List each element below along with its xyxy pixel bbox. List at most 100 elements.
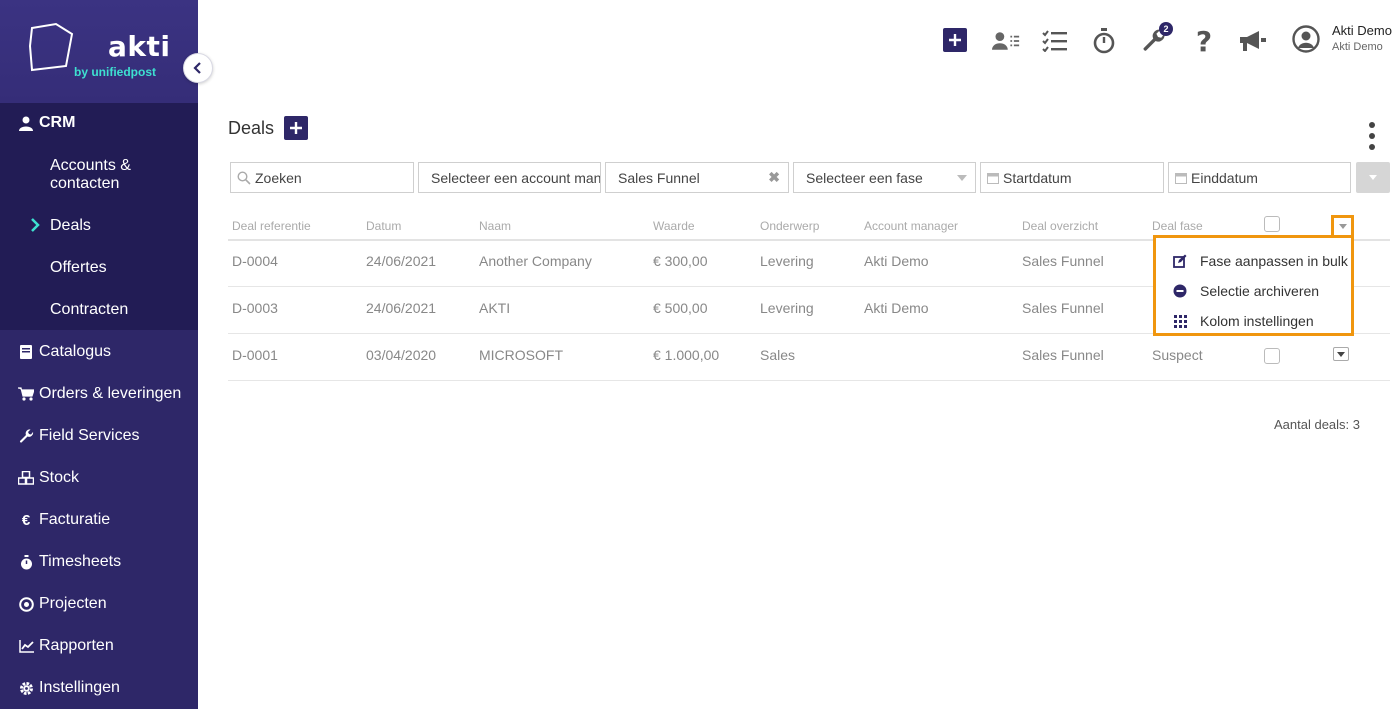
column-header-subject[interactable]: Onderwerp: [760, 219, 819, 233]
cell-phase: Suspect: [1152, 347, 1203, 363]
funnel-select[interactable]: Sales Funnel ✖: [605, 162, 789, 193]
notification-badge: 2: [1159, 22, 1173, 36]
phase-placeholder: Selecteer een fase: [806, 169, 923, 186]
user-circle-icon: [1292, 25, 1320, 53]
kebab-dot: [1369, 133, 1375, 139]
chevron-down-icon: [1369, 175, 1377, 180]
menu-item-archive[interactable]: Selectie archiveren: [1156, 276, 1351, 306]
menu-item-label: Selectie archiveren: [1200, 283, 1320, 299]
wrench-icon: [18, 428, 34, 444]
sidebar-item-instellingen[interactable]: Instellingen: [18, 679, 120, 697]
row-checkbox[interactable]: [1264, 348, 1280, 364]
logo-text: akti: [108, 30, 171, 63]
column-header-date[interactable]: Datum: [366, 219, 401, 233]
cell-ref[interactable]: D-0004: [232, 253, 278, 269]
sidebar-item-label: Rapporten: [39, 637, 114, 654]
row-actions-dropdown[interactable]: [1333, 347, 1349, 361]
bulk-actions-menu: Fase aanpassen in bulk Selectie archiver…: [1153, 235, 1354, 336]
search-icon: [237, 170, 251, 185]
row-divider: [228, 380, 1390, 381]
book-icon: [18, 344, 34, 360]
cell-name[interactable]: Another Company: [479, 253, 592, 269]
cell-subject: Levering: [760, 253, 814, 269]
minus-circle-icon: [1172, 283, 1188, 299]
sidebar-item-accounts[interactable]: Accounts & contacten: [50, 157, 160, 193]
sidebar-item-label: Projecten: [39, 595, 107, 612]
search-placeholder: Zoeken: [255, 169, 302, 186]
sidebar-item-projecten[interactable]: Projecten: [18, 595, 107, 613]
bulk-actions-toggle[interactable]: [1331, 215, 1354, 238]
logo-tagline: by unifiedpost: [74, 65, 156, 79]
plus-icon: [949, 34, 961, 46]
collapse-sidebar-button[interactable]: [183, 53, 213, 83]
quick-add-button[interactable]: [943, 28, 967, 52]
cell-manager: Akti Demo: [864, 300, 929, 316]
contacts-button[interactable]: [992, 27, 1020, 55]
add-deal-button[interactable]: [284, 116, 308, 140]
phase-select[interactable]: Selecteer een fase: [793, 162, 976, 193]
clear-icon[interactable]: ✖: [768, 169, 780, 186]
logo-shape-icon: [28, 22, 74, 72]
chevron-down-icon: [957, 175, 967, 181]
cell-ref[interactable]: D-0001: [232, 347, 278, 363]
cell-name[interactable]: MICROSOFT: [479, 347, 563, 363]
funnel-value: Sales Funnel: [618, 169, 700, 186]
account-manager-placeholder: Selecteer een account manager: [431, 169, 601, 186]
megaphone-icon: [1240, 31, 1266, 51]
column-header-value[interactable]: Waarde: [653, 219, 695, 233]
start-date-input[interactable]: Startdatum: [980, 162, 1164, 193]
sidebar-item-rapporten[interactable]: Rapporten: [18, 637, 114, 655]
filter-dropdown-button[interactable]: [1356, 162, 1390, 193]
search-input[interactable]: Zoeken: [230, 162, 414, 193]
column-header-overview[interactable]: Deal overzicht: [1022, 219, 1098, 233]
sidebar-item-catalogus[interactable]: Catalogus: [18, 343, 111, 361]
select-all-checkbox[interactable]: [1264, 216, 1280, 232]
column-header-phase[interactable]: Deal fase: [1152, 219, 1203, 233]
column-header-manager[interactable]: Account manager: [864, 219, 958, 233]
cell-name[interactable]: AKTI: [479, 300, 510, 316]
boxes-icon: [18, 470, 34, 486]
cell-overview: Sales Funnel: [1022, 253, 1104, 269]
more-options-button[interactable]: [1364, 122, 1380, 150]
sidebar-item-deals[interactable]: Deals: [50, 217, 91, 235]
plus-icon: [290, 122, 302, 134]
user-name[interactable]: Akti Demo: [1332, 23, 1392, 38]
cell-value: € 500,00: [653, 300, 708, 316]
chevron-right-icon: [31, 218, 40, 232]
start-date-placeholder: Startdatum: [1003, 169, 1072, 186]
help-button[interactable]: ?: [1190, 25, 1218, 58]
stopwatch-icon: [18, 554, 34, 570]
menu-item-columns[interactable]: Kolom instellingen: [1156, 306, 1351, 336]
sidebar-item-orders[interactable]: Orders & leveringen: [18, 385, 181, 403]
end-date-placeholder: Einddatum: [1191, 169, 1258, 186]
menu-item-bulk-phase[interactable]: Fase aanpassen in bulk: [1156, 246, 1351, 276]
calendar-icon: [1175, 172, 1187, 184]
account-manager-select[interactable]: Selecteer een account manager: [418, 162, 601, 193]
sidebar-item-stock[interactable]: Stock: [18, 469, 79, 487]
sidebar-item-label: Orders & leveringen: [39, 385, 182, 402]
sidebar-item-timesheets[interactable]: Timesheets: [18, 553, 121, 571]
sidebar-item-crm[interactable]: CRM: [18, 114, 75, 132]
sidebar-item-facturatie[interactable]: € Facturatie: [18, 511, 110, 529]
timer-button[interactable]: [1090, 27, 1118, 55]
checklist-icon: [1042, 30, 1067, 52]
sidebar-item-contracten[interactable]: Contracten: [50, 301, 128, 319]
user-avatar-button[interactable]: [1292, 25, 1320, 53]
gear-icon: [18, 680, 34, 696]
sidebar-item-offertes[interactable]: Offertes: [50, 259, 107, 277]
column-header-name[interactable]: Naam: [479, 219, 511, 233]
sidebar-item-label: Field Services: [39, 427, 140, 444]
user-company: Akti Demo: [1332, 41, 1383, 53]
sidebar-item-field-services[interactable]: Field Services: [18, 427, 139, 445]
tasks-button[interactable]: [1041, 27, 1069, 55]
kebab-dot: [1369, 122, 1375, 128]
grid-icon: [1172, 313, 1188, 329]
cell-value: € 1.000,00: [653, 347, 720, 363]
chart-icon: [18, 638, 34, 654]
announcements-button[interactable]: [1239, 27, 1267, 55]
cell-ref[interactable]: D-0003: [232, 300, 278, 316]
contacts-list-icon: [992, 32, 1020, 50]
sidebar-item-label: Catalogus: [39, 343, 112, 360]
end-date-input[interactable]: Einddatum: [1168, 162, 1351, 193]
column-header-ref[interactable]: Deal referentie: [232, 219, 311, 233]
